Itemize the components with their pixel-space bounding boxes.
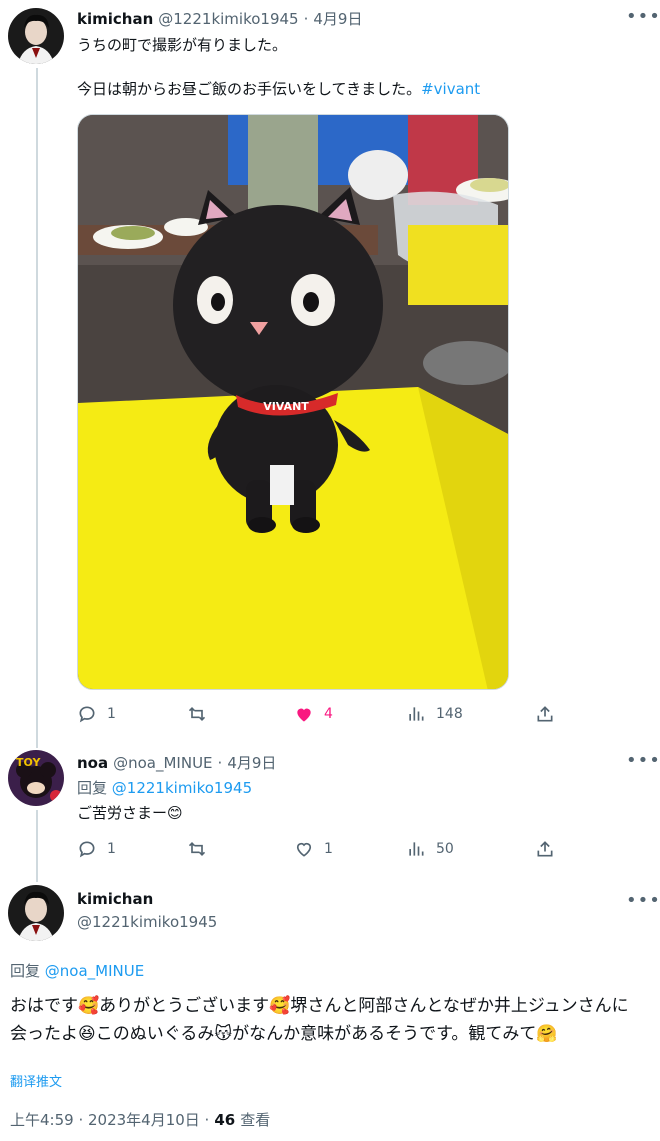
- reply-count: 1: [107, 706, 116, 722]
- view-label: 查看: [240, 1111, 271, 1129]
- avatar[interactable]: [8, 8, 64, 64]
- svg-text:TOY: TOY: [16, 756, 41, 769]
- reply-to-link[interactable]: @noa_MINUE: [45, 962, 144, 980]
- reply-icon: [79, 841, 95, 858]
- thread-line: [36, 68, 38, 748]
- more-options-icon[interactable]: •••: [626, 750, 660, 771]
- retweet-button[interactable]: [187, 839, 217, 859]
- like-button[interactable]: 1: [294, 839, 333, 859]
- retweet-icon: [188, 706, 206, 722]
- main-tweet-text: おはです🥰ありがとうございます🥰堺さんと阿部さんとなぜか井上ジュンさんに会ったよ…: [10, 996, 629, 1044]
- share-button[interactable]: [535, 839, 555, 859]
- tweet-date[interactable]: 4月9日: [227, 752, 276, 773]
- translate-link[interactable]: 翻译推文: [10, 1071, 62, 1090]
- avatar[interactable]: [8, 885, 64, 941]
- thread-line: [36, 810, 38, 882]
- separator: ·: [303, 10, 309, 28]
- heart-outline-icon: [296, 842, 312, 857]
- heart-icon: [297, 708, 311, 722]
- views-button[interactable]: 148: [406, 704, 463, 724]
- reply-button[interactable]: 1: [77, 839, 116, 859]
- analytics-icon: [409, 842, 424, 856]
- author-name[interactable]: kimichan: [77, 890, 153, 908]
- view-count: 46: [214, 1111, 236, 1129]
- author-name[interactable]: noa: [77, 754, 108, 772]
- tweet-photo[interactable]: VIVANT: [77, 114, 509, 690]
- share-button[interactable]: [535, 704, 555, 724]
- author-handle[interactable]: @1221kimiko1945: [158, 10, 298, 28]
- tweet-line-1: うちの町で撮影が有りました。: [77, 36, 288, 54]
- reply-prefix: 回复: [77, 779, 108, 797]
- more-options-icon[interactable]: •••: [626, 6, 660, 27]
- tweet-text: ご苦労さまー😊: [77, 804, 183, 822]
- author-handle[interactable]: @1221kimiko1945: [77, 913, 217, 931]
- share-icon: [537, 706, 553, 722]
- avatar[interactable]: TOY: [8, 750, 64, 806]
- views-count: 148: [436, 706, 463, 722]
- like-button[interactable]: 4: [294, 704, 333, 724]
- reply-prefix: 回复: [10, 962, 41, 980]
- separator: ·: [217, 754, 223, 772]
- more-options-icon[interactable]: •••: [626, 890, 660, 911]
- tweet-date[interactable]: 4月9日: [313, 8, 362, 29]
- retweet-button[interactable]: [187, 704, 217, 724]
- author-name[interactable]: kimichan: [77, 10, 153, 28]
- tweet-timestamp[interactable]: 上午4:59 · 2023年4月10日 ·: [10, 1109, 209, 1130]
- hashtag-link[interactable]: #vivant: [421, 80, 480, 98]
- views-count: 50: [436, 841, 454, 857]
- reply-button[interactable]: 1: [77, 704, 116, 724]
- author-handle[interactable]: @noa_MINUE: [113, 754, 212, 772]
- views-button[interactable]: 50: [406, 839, 454, 859]
- reply-icon: [79, 706, 95, 723]
- like-count: 1: [324, 841, 333, 857]
- share-icon: [537, 841, 553, 857]
- analytics-icon: [409, 707, 424, 721]
- like-count: 4: [324, 706, 333, 722]
- collar-text: VIVANT: [263, 400, 309, 413]
- retweet-icon: [188, 841, 206, 857]
- reply-to-link[interactable]: @1221kimiko1945: [112, 779, 252, 797]
- reply-count: 1: [107, 841, 116, 857]
- tweet-line-2: 今日は朝からお昼ご飯のお手伝いをしてきました。: [77, 80, 422, 98]
